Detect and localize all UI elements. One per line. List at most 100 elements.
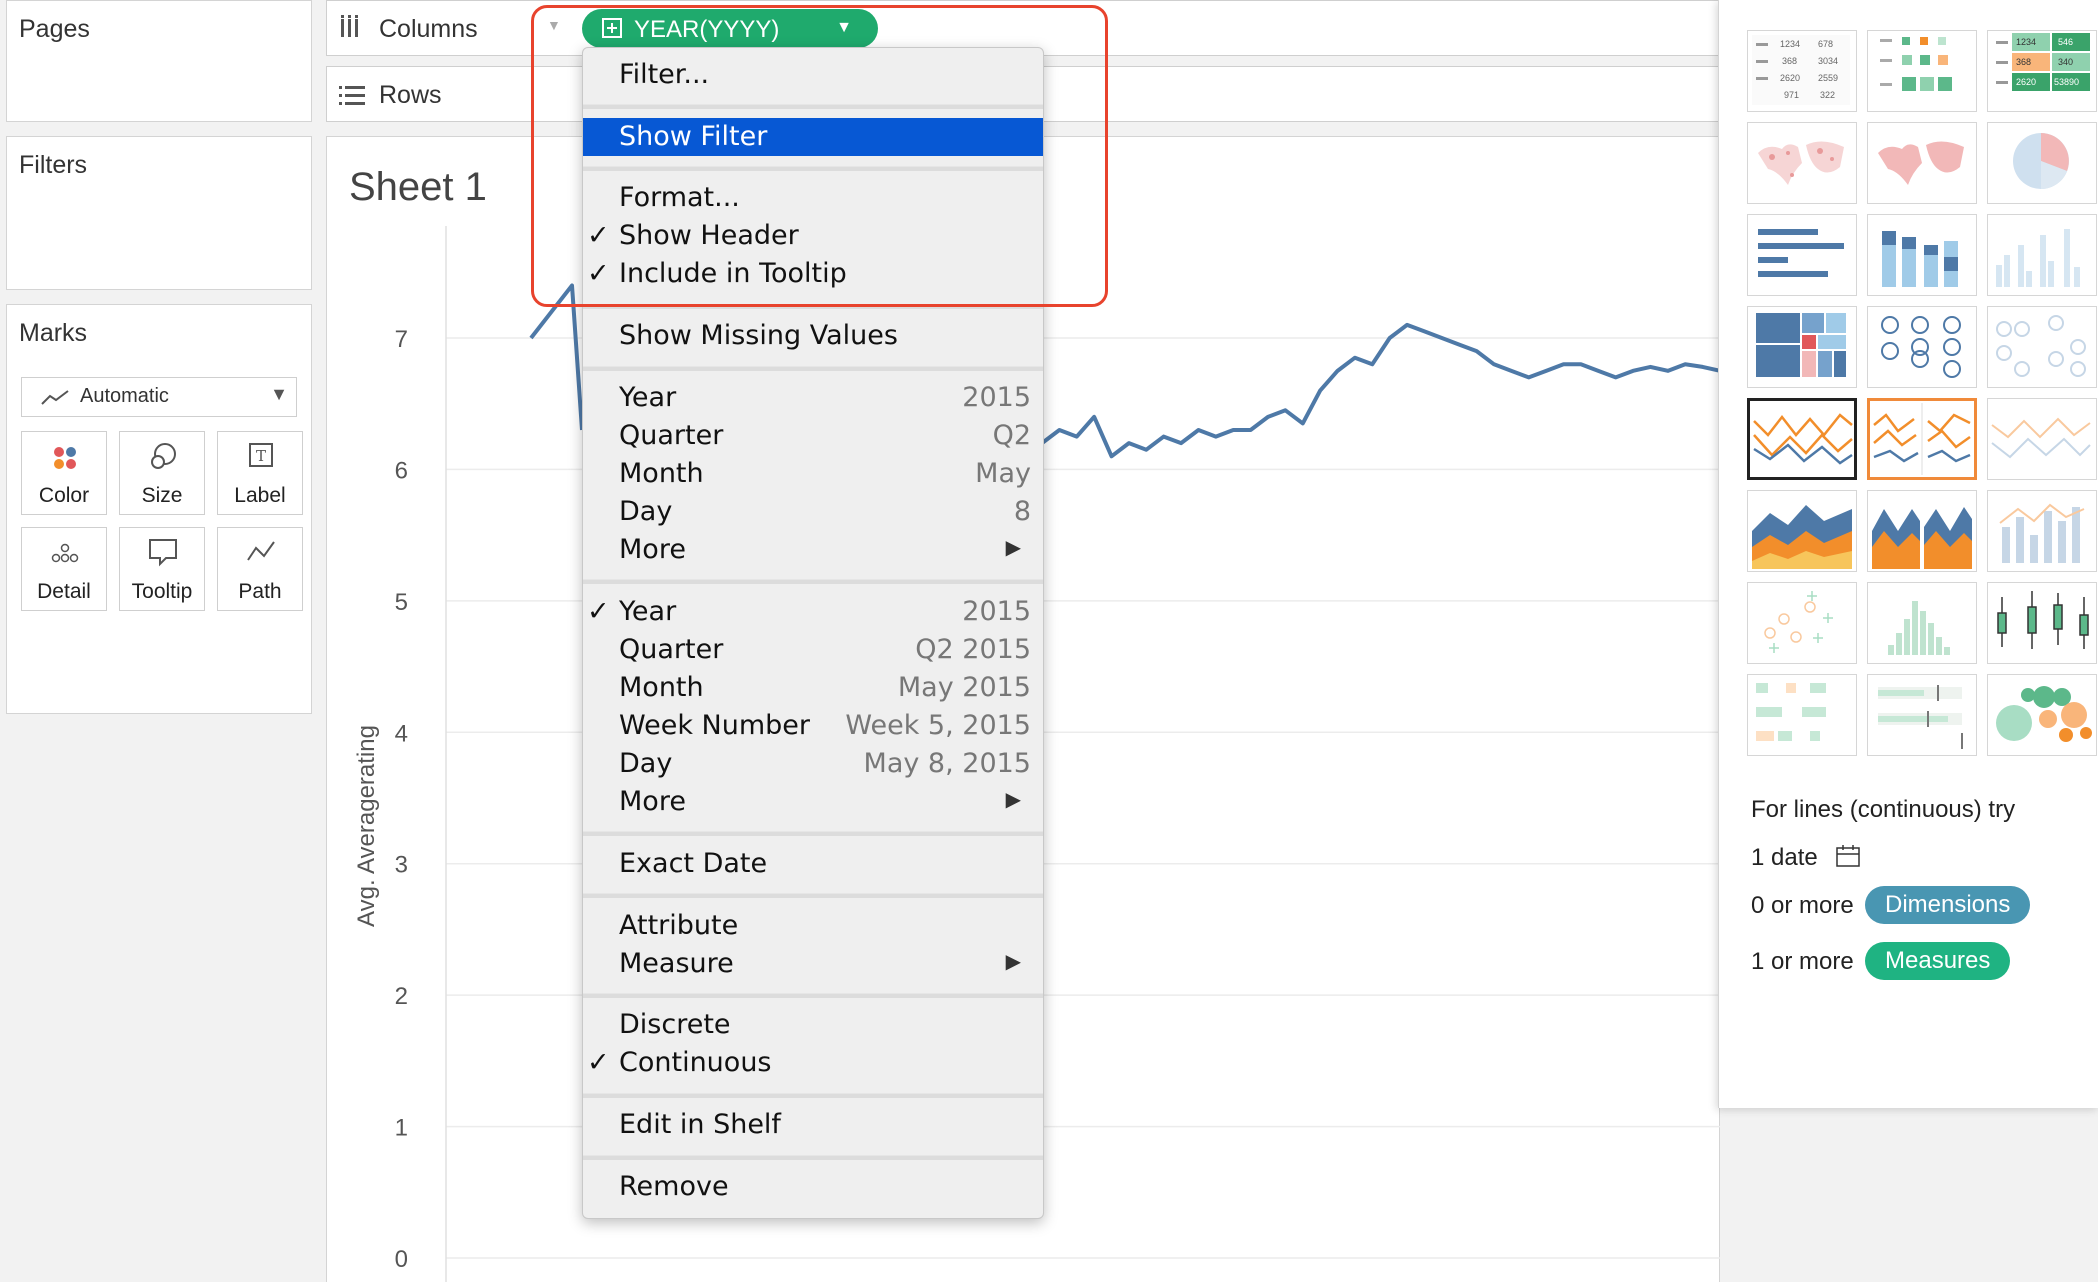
columns-label: Columns xyxy=(379,15,478,43)
svg-text:53890: 53890 xyxy=(2054,77,2079,87)
menu-remove[interactable]: Remove xyxy=(583,1168,1043,1206)
menu-measure[interactable]: Measure ▶ xyxy=(583,945,1043,983)
svg-text:2620: 2620 xyxy=(1780,73,1800,83)
circle-view-thumb[interactable] xyxy=(1867,306,1977,388)
menu-item-value: Q2 2015 xyxy=(915,634,1031,665)
menu-measure-label: Measure xyxy=(619,948,734,979)
submenu-arrow-icon: ▶ xyxy=(1005,535,1021,559)
svg-text:1234: 1234 xyxy=(1780,39,1800,49)
menu-item-value: May xyxy=(975,458,1031,489)
menu-item-value: Q2 xyxy=(992,420,1031,451)
menu-date-part-month[interactable]: Month May xyxy=(583,455,1043,493)
menu-date-part-day[interactable]: Day 8 xyxy=(583,493,1043,531)
columns-icon xyxy=(341,15,358,37)
filters-panel[interactable]: Filters xyxy=(6,136,312,290)
menu-date-value-month[interactable]: Month May 2015 xyxy=(583,669,1043,707)
menu-separator xyxy=(583,579,1043,584)
symbol-map-icon xyxy=(1758,141,1844,185)
size-button[interactable]: Size xyxy=(119,431,205,515)
menu-date-value-more[interactable]: More ▶ xyxy=(583,783,1043,821)
path-button[interactable]: Path xyxy=(217,527,303,611)
label-label: Label xyxy=(234,484,286,507)
submenu-arrow-icon: ▶ xyxy=(1005,949,1021,973)
gantt-chart-thumb[interactable] xyxy=(1747,674,1857,756)
histogram-thumb[interactable] xyxy=(1867,582,1977,664)
svg-text:678: 678 xyxy=(1818,39,1833,49)
menu-continuous[interactable]: ✓ Continuous xyxy=(583,1044,1043,1082)
menu-show-missing-label: Show Missing Values xyxy=(619,320,898,351)
filled-map-thumb[interactable] xyxy=(1867,122,1977,204)
tooltip-button[interactable]: Tooltip xyxy=(119,527,205,611)
menu-item-label: Month xyxy=(619,672,704,703)
menu-date-value-day[interactable]: Day May 8, 2015 xyxy=(583,745,1043,783)
menu-date-part-quarter[interactable]: Quarter Q2 xyxy=(583,417,1043,455)
svg-text:T: T xyxy=(256,447,266,465)
dual-lines-thumb[interactable] xyxy=(1987,398,2097,480)
menu-remove-label: Remove xyxy=(619,1171,729,1202)
menu-date-value-year[interactable]: ✓ Year 2015 xyxy=(583,593,1043,631)
tooltip-label: Tooltip xyxy=(131,580,193,603)
path-icon xyxy=(247,541,275,561)
menu-separator xyxy=(583,893,1043,898)
svg-text:2620: 2620 xyxy=(2016,77,2036,87)
submenu-arrow-icon: ▶ xyxy=(1005,787,1021,811)
mark-type-dropdown[interactable]: Automatic ▼ xyxy=(21,377,297,417)
side-by-side-bars-thumb[interactable] xyxy=(1987,214,2097,296)
scatter-plot-thumb[interactable] xyxy=(1747,582,1857,664)
svg-text:322: 322 xyxy=(1820,90,1835,100)
symbol-map-thumb[interactable] xyxy=(1747,122,1857,204)
discrete-lines-thumb[interactable] xyxy=(1867,398,1977,480)
horizontal-bars-thumb[interactable] xyxy=(1747,214,1857,296)
pie-chart-icon xyxy=(2013,133,2069,189)
menu-continuous-label: Continuous xyxy=(619,1047,772,1078)
menu-item-value: 2015 xyxy=(962,596,1031,627)
discrete-area-thumb[interactable] xyxy=(1867,490,1977,572)
text-table-thumb[interactable]: 1234 678 368 3034 2620 2559 971 322 xyxy=(1747,30,1857,112)
menu-attribute[interactable]: Attribute xyxy=(583,907,1043,945)
continuous-area-thumb[interactable] xyxy=(1747,490,1857,572)
treemap-thumb[interactable] xyxy=(1747,306,1857,388)
continuous-lines-icon xyxy=(1753,413,1853,465)
menu-separator xyxy=(583,1155,1043,1160)
menu-date-value-week[interactable]: Week Number Week 5, 2015 xyxy=(583,707,1043,745)
continuous-area-icon xyxy=(1752,505,1852,569)
heat-map-thumb[interactable] xyxy=(1867,30,1977,112)
y-tick-label: 4 xyxy=(395,720,408,747)
check-icon: ✓ xyxy=(587,596,610,627)
pie-chart-thumb[interactable] xyxy=(1987,122,2097,204)
y-tick-label: 0 xyxy=(395,1246,408,1273)
pages-panel[interactable]: Pages xyxy=(6,0,312,122)
gantt-chart-icon xyxy=(1756,683,1826,741)
color-button[interactable]: Color xyxy=(21,431,107,515)
highlight-table-thumb[interactable]: 1234 546 368 340 2620 53890 xyxy=(1987,30,2097,112)
menu-exact-date[interactable]: Exact Date xyxy=(583,845,1043,883)
menu-show-missing[interactable]: Show Missing Values xyxy=(583,317,1043,355)
menu-item-value: 2015 xyxy=(962,382,1031,413)
side-by-side-bars-icon xyxy=(1996,229,2080,287)
box-whisker-thumb[interactable] xyxy=(1987,582,2097,664)
detail-button[interactable]: Detail xyxy=(21,527,107,611)
filters-title: Filters xyxy=(19,151,88,179)
label-button[interactable]: T Label xyxy=(217,431,303,515)
bullet-graph-thumb[interactable] xyxy=(1867,674,1977,756)
svg-text:546: 546 xyxy=(2058,37,2073,47)
line-mark-icon xyxy=(41,390,69,405)
stacked-bars-thumb[interactable] xyxy=(1867,214,1977,296)
menu-date-part-more[interactable]: More ▶ xyxy=(583,531,1043,569)
y-axis-title: Avg. Averagerating xyxy=(353,725,380,927)
annotation-highlight xyxy=(531,5,1108,307)
menu-date-part-year[interactable]: Year 2015 xyxy=(583,379,1043,417)
menu-edit-in-shelf[interactable]: Edit in Shelf xyxy=(583,1106,1043,1144)
continuous-lines-thumb[interactable] xyxy=(1747,398,1857,480)
dual-combination-icon xyxy=(1999,503,2085,563)
menu-date-value-quarter[interactable]: Quarter Q2 2015 xyxy=(583,631,1043,669)
discrete-area-icon xyxy=(1872,507,1972,569)
color-icon xyxy=(54,447,76,469)
dual-combination-thumb[interactable] xyxy=(1987,490,2097,572)
side-by-side-circles-thumb[interactable] xyxy=(1987,306,2097,388)
y-tick-label: 3 xyxy=(395,852,408,879)
requirement-measures-text: 1 or more xyxy=(1751,948,1854,975)
menu-discrete[interactable]: Discrete xyxy=(583,1006,1043,1044)
packed-bubbles-thumb[interactable] xyxy=(1987,674,2097,756)
svg-text:1234: 1234 xyxy=(2016,37,2036,47)
